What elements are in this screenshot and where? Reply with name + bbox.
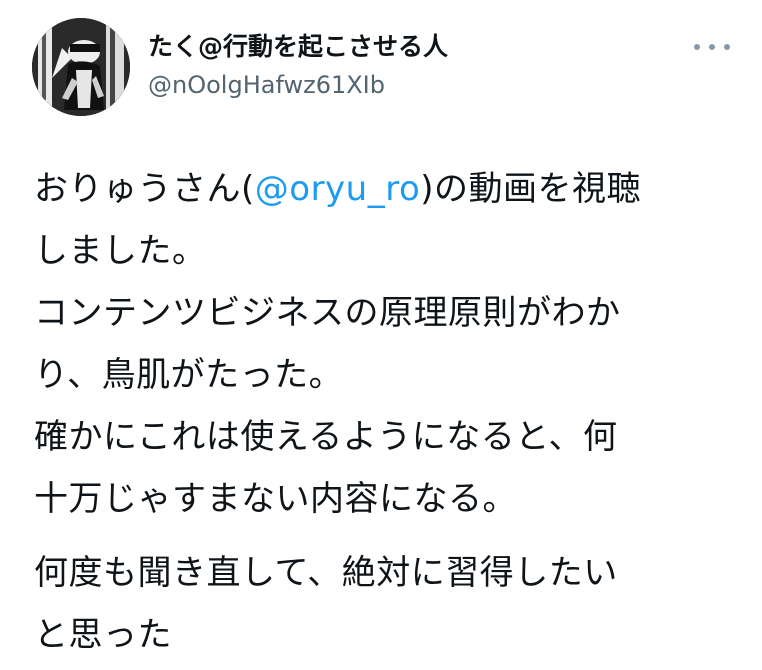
more-dot — [694, 44, 700, 50]
more-dot — [709, 44, 715, 50]
author-handle[interactable]: @nOolgHafwz61XIb — [148, 70, 385, 100]
tweet-text-line: り、鳥肌がたった。 — [34, 355, 344, 395]
tweet-text-line: しました。 — [34, 231, 207, 271]
tweet-text: おりゅうさん(@oryu_ro)の動画を視聴 しました。 コンテンツビジネスの原… — [34, 158, 744, 666]
more-dot — [724, 44, 730, 50]
tweet: たく@行動を起こさせる人 @nOolgHafwz61XIb おりゅうさん(@or… — [0, 0, 762, 670]
tweet-text-line: おりゅうさん(@oryu_ro)の動画を視聴 — [34, 158, 744, 220]
tweet-text-segment: おりゅうさん( — [34, 169, 255, 209]
tweet-text-segment: )の動画を視聴 — [420, 169, 642, 209]
tweet-text-line: 何度も聞き直して、絶対に習得したい — [34, 553, 618, 593]
author-display-name[interactable]: たく@行動を起こさせる人 — [148, 32, 448, 62]
tweet-text-line: 十万じゃすまない内容になる。 — [34, 479, 517, 519]
avatar-image — [32, 18, 130, 116]
tweet-text-line: と思った — [34, 615, 172, 655]
mention-link[interactable]: @oryu_ro — [255, 169, 420, 209]
more-horizontal-icon[interactable] — [694, 36, 730, 58]
tweet-text-line: コンテンツビジネスの原理原則がわか — [34, 293, 621, 333]
tweet-text-line: 確かにこれは使えるようになると、何 — [34, 417, 618, 457]
avatar[interactable] — [32, 18, 130, 116]
